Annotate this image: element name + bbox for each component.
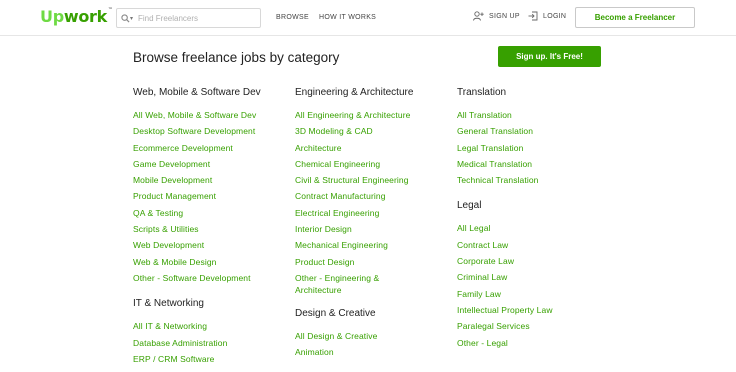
search-box[interactable]: ▾ bbox=[116, 8, 261, 28]
category-link[interactable]: Intellectual Property Law bbox=[457, 302, 553, 318]
category-link[interactable]: All Engineering & Architecture bbox=[295, 107, 415, 123]
category-heading: Web, Mobile & Software Dev bbox=[133, 87, 261, 98]
category-link[interactable]: Desktop Software Development bbox=[133, 123, 261, 139]
category-link[interactable]: Product Management bbox=[133, 188, 261, 204]
category-link[interactable]: Corporate Law bbox=[457, 253, 553, 269]
category-link-list: All Web, Mobile & Software Dev Desktop S… bbox=[133, 107, 261, 286]
category-group: Engineering & Architecture All Engineeri… bbox=[295, 86, 415, 296]
login-icon bbox=[528, 11, 538, 21]
category-link-list: All Engineering & Architecture 3D Modeli… bbox=[295, 107, 415, 296]
category-link[interactable]: Database Administration bbox=[133, 335, 261, 351]
category-group: Legal All Legal Contract Law Corporate L… bbox=[457, 199, 553, 350]
category-link[interactable]: Electrical Engineering bbox=[295, 205, 415, 221]
category-column-1: Web, Mobile & Software Dev All Web, Mobi… bbox=[133, 86, 261, 367]
category-column-3: Translation All Translation General Tran… bbox=[457, 86, 553, 351]
logo-work: work bbox=[63, 7, 107, 26]
category-link[interactable]: Family Law bbox=[457, 286, 553, 302]
category-link[interactable]: All Web, Mobile & Software Dev bbox=[133, 107, 261, 123]
nav-sign-up-label: SIGN UP bbox=[489, 12, 520, 20]
page-title: Browse freelance jobs by category bbox=[133, 50, 340, 65]
category-link[interactable]: All IT & Networking bbox=[133, 318, 261, 334]
category-link[interactable]: Legal Translation bbox=[457, 140, 553, 156]
category-link[interactable]: Animation bbox=[295, 344, 415, 360]
nav-browse[interactable]: BROWSE bbox=[276, 14, 309, 21]
category-link[interactable]: Paralegal Services bbox=[457, 318, 553, 334]
category-group: Design & Creative All Design & Creative … bbox=[295, 307, 415, 361]
category-link[interactable]: Scripts & Utilities bbox=[133, 221, 261, 237]
category-link[interactable]: Medical Translation bbox=[457, 156, 553, 172]
category-link-list: All IT & Networking Database Administrat… bbox=[133, 318, 261, 367]
category-link[interactable]: Web Development bbox=[133, 237, 261, 253]
category-link[interactable]: Other - Engineering & Architecture bbox=[295, 272, 415, 296]
category-heading: Translation bbox=[457, 87, 507, 98]
chevron-down-icon[interactable]: ▾ bbox=[130, 15, 133, 22]
category-link-list: All Design & Creative Animation bbox=[295, 328, 415, 361]
category-link[interactable]: Other - Legal bbox=[457, 335, 553, 351]
top-nav-bar: Upwork™ ▾ BROWSE HOW IT WORKS SIGN UP LO… bbox=[0, 0, 736, 36]
category-heading: Design & Creative bbox=[295, 307, 376, 319]
sign-up-free-button[interactable]: Sign up. It's Free! bbox=[498, 46, 601, 67]
upwork-logo[interactable]: Upwork™ bbox=[40, 7, 113, 27]
category-link[interactable]: 3D Modeling & CAD bbox=[295, 123, 415, 139]
category-link[interactable]: Interior Design bbox=[295, 221, 415, 237]
category-link[interactable]: Ecommerce Development bbox=[133, 140, 261, 156]
user-plus-icon bbox=[473, 11, 484, 21]
search-input[interactable] bbox=[138, 13, 248, 23]
become-freelancer-button[interactable]: Become a Freelancer bbox=[575, 7, 695, 28]
nav-login[interactable]: LOGIN bbox=[528, 11, 566, 21]
nav-login-label: LOGIN bbox=[543, 12, 567, 20]
category-link[interactable]: Contract Law bbox=[457, 237, 553, 253]
category-heading: Engineering & Architecture bbox=[295, 87, 414, 98]
category-link[interactable]: Web & Mobile Design bbox=[133, 254, 261, 270]
category-link[interactable]: All Legal bbox=[457, 220, 553, 236]
category-link[interactable]: Other - Software Development bbox=[133, 270, 261, 286]
category-link[interactable]: Mechanical Engineering bbox=[295, 237, 415, 253]
category-link[interactable]: Technical Translation bbox=[457, 172, 553, 188]
category-link-list: All Translation General Translation Lega… bbox=[457, 107, 553, 188]
category-link[interactable]: Architecture bbox=[295, 140, 415, 156]
category-link[interactable]: QA & Testing bbox=[133, 205, 261, 221]
category-link-list: All Legal Contract Law Corporate Law Cri… bbox=[457, 220, 553, 350]
logo-trademark: ™ bbox=[107, 7, 113, 13]
category-link[interactable]: Chemical Engineering bbox=[295, 156, 415, 172]
category-link[interactable]: ERP / CRM Software bbox=[133, 351, 261, 367]
category-link[interactable]: General Translation bbox=[457, 123, 553, 139]
category-link[interactable]: All Design & Creative bbox=[295, 328, 415, 344]
category-link[interactable]: Contract Manufacturing bbox=[295, 188, 415, 204]
category-link[interactable]: Game Development bbox=[133, 156, 261, 172]
category-heading: Legal bbox=[457, 200, 482, 212]
logo-up: Up bbox=[40, 7, 64, 26]
search-icon[interactable]: ▾ bbox=[121, 13, 135, 23]
category-link[interactable]: Product Design bbox=[295, 254, 415, 270]
category-group: Web, Mobile & Software Dev All Web, Mobi… bbox=[133, 86, 261, 286]
category-group: Translation All Translation General Tran… bbox=[457, 86, 553, 188]
category-group: IT & Networking All IT & Networking Data… bbox=[133, 297, 261, 367]
category-link[interactable]: Criminal Law bbox=[457, 269, 553, 285]
category-link[interactable]: Civil & Structural Engineering bbox=[295, 172, 415, 188]
category-heading: IT & Networking bbox=[133, 298, 204, 310]
category-link[interactable]: All Translation bbox=[457, 107, 553, 123]
nav-how-it-works[interactable]: HOW IT WORKS bbox=[319, 14, 376, 21]
category-link[interactable]: Mobile Development bbox=[133, 172, 261, 188]
nav-sign-up[interactable]: SIGN UP bbox=[473, 11, 520, 21]
category-column-2: Engineering & Architecture All Engineeri… bbox=[295, 86, 415, 361]
